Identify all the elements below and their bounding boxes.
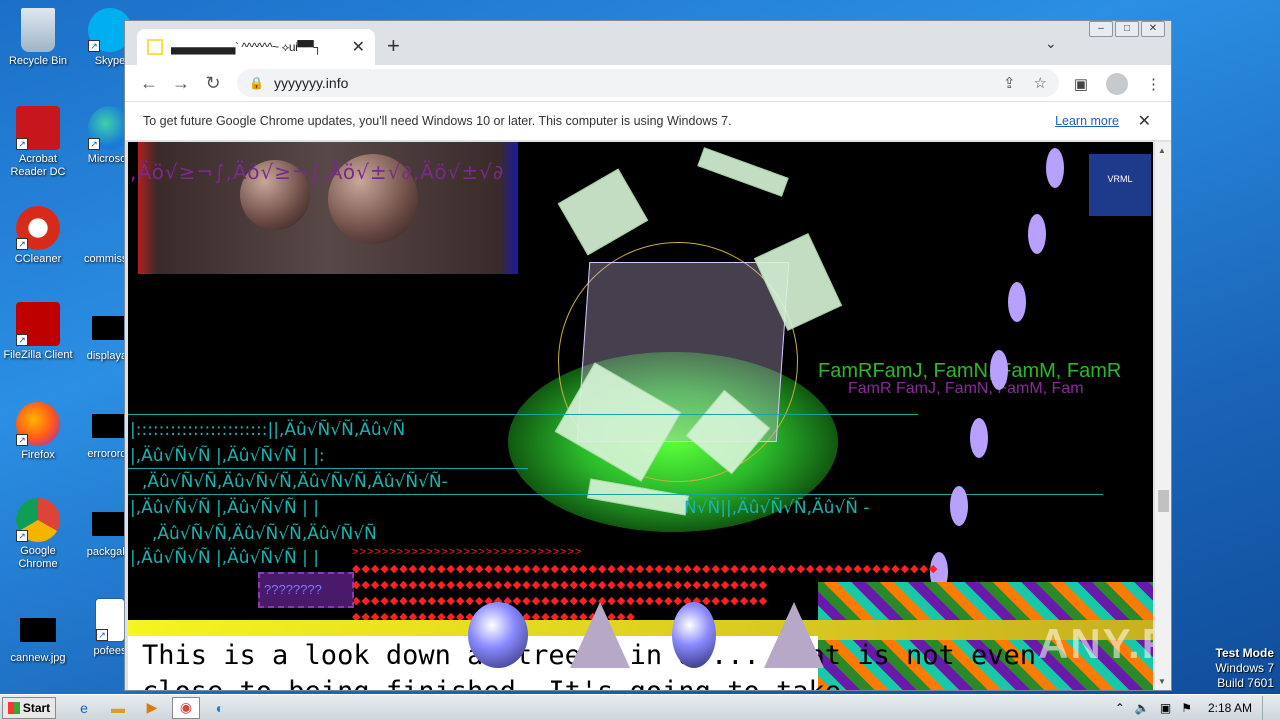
cyan-text-line: |,Äû√Ñ√Ñ |,Äû√Ñ√Ñ | |:: [130, 446, 325, 466]
maximize-button[interactable]: □: [1115, 21, 1139, 37]
close-window-button[interactable]: ✕: [1141, 21, 1165, 37]
scroll-thumb[interactable]: [1158, 490, 1169, 512]
crystal-pyramid: [764, 602, 824, 668]
chrome-taskbar-icon[interactable]: ◉: [172, 696, 200, 719]
system-tray: ⌃ 🔈 ▣ ⚑ 2:18 AM: [1115, 695, 1280, 720]
red-pattern-row: ◆◆◆◆◆◆◆◆◆◆◆◆◆◆◆◆◆◆◆◆◆◆◆◆◆◆◆◆◆◆◆◆◆◆◆◆◆◆◆◆…: [352, 595, 769, 607]
share-icon[interactable]: ⇪: [1003, 74, 1016, 92]
url-text: yyyyyyy.info: [273, 75, 349, 91]
start-button[interactable]: Start: [2, 696, 56, 719]
word-icon: ↗: [95, 598, 125, 642]
cyan-text-line: |:::::::::::::::::::::::||,Äû√Ñ√Ñ,Äû√Ñ: [130, 420, 406, 440]
page-scrollbar[interactable]: ▲ ▼: [1154, 142, 1171, 690]
learn-more-link[interactable]: Learn more: [1055, 114, 1119, 128]
action-center-flag-icon[interactable]: ⚑: [1181, 701, 1192, 715]
lavender-oval: [1028, 214, 1046, 254]
back-icon[interactable]: ←: [133, 73, 165, 94]
big-caption-line-2: close to being finished. It's going to t…: [142, 676, 906, 690]
lavender-oval: [970, 418, 988, 458]
recycle-bin-icon: [21, 8, 55, 52]
title-bar: ▄▄▄▄▄▄▄▄` ^^^^^^~ ⟡ui▀▀┐ ✕ + ⌄ – □ ✕: [125, 21, 1171, 65]
purple-question-text: ????????: [264, 582, 322, 597]
desktop-icon-firefox[interactable]: ↗ Firefox: [0, 402, 76, 462]
cyan-text-line: |,Äû√Ñ√Ñ |,Äû√Ñ√Ñ | |: [130, 498, 319, 518]
cyan-text-line: ,Äû√Ñ√Ñ,Äû√Ñ√Ñ,Äû√Ñ√Ñ,Äû√Ñ√Ñ-: [142, 472, 448, 492]
bookmark-star-icon[interactable]: ☆: [1034, 74, 1047, 92]
address-bar[interactable]: 🔒 yyyyyyy.info ⇪ ☆: [237, 69, 1059, 97]
tray-expand-icon[interactable]: ⌃: [1115, 701, 1125, 715]
image-file-icon: [20, 618, 56, 642]
clock[interactable]: 2:18 AM: [1208, 701, 1252, 715]
tab-active[interactable]: ▄▄▄▄▄▄▄▄` ^^^^^^~ ⟡ui▀▀┐ ✕: [137, 29, 375, 65]
lock-icon[interactable]: 🔒: [249, 76, 264, 90]
cyan-text-line: ,Äû√Ñ√Ñ,Äû√Ñ√Ñ,Äû√Ñ√Ñ: [152, 524, 377, 544]
red-pattern-row: ◆◆◆◆◆◆◆◆◆◆◆◆◆◆◆◆◆◆◆◆◆◆◆◆◆◆◆◆◆◆◆◆◆◆◆◆◆◆◆◆…: [352, 579, 769, 591]
red-pattern-row: ◆◆◆◆◆◆◆◆◆◆◆◆◆◆◆◆◆◆◆◆◆◆◆◆◆◆◆◆◆◆◆◆◆◆◆◆◆◆◆◆…: [352, 563, 939, 575]
filezilla-icon: ↗: [16, 302, 60, 346]
fam-text-2: FamR FamJ, FamN, FamM, Fam: [848, 380, 1084, 397]
browser-toolbar: ← → ↻ 🔒 yyyyyyy.info ⇪ ☆ ▣ ⋮: [125, 65, 1171, 101]
acrobat-icon: ↗: [16, 106, 60, 150]
crystal-orb: [672, 602, 716, 668]
file-icon: [92, 414, 128, 438]
update-infobar: To get future Google Chrome updates, you…: [125, 101, 1171, 141]
ie-icon[interactable]: e: [70, 697, 98, 719]
desktop-icon-acrobat[interactable]: ↗ Acrobat Reader DC: [0, 106, 76, 179]
desktop-icon-ccleaner[interactable]: ↗ CCleaner: [0, 206, 76, 266]
new-tab-button[interactable]: +: [387, 33, 400, 59]
show-desktop-button[interactable]: [1262, 696, 1272, 720]
favicon-icon: [147, 39, 163, 55]
taskbar: Start e ▬ ▶ ◉ ◐ ⌃ 🔈 ▣ ⚑ 2:18 AM: [0, 694, 1280, 720]
menu-kebab-icon[interactable]: ⋮: [1146, 75, 1161, 93]
os-test-mode-watermark: Test Mode Windows 7 Build 7601: [1215, 646, 1274, 690]
window-controls: – □ ✕: [1089, 21, 1165, 37]
lavender-oval: [990, 350, 1008, 390]
red-pattern-row: >>>>>>>>>>>>>>>>>>>>>>>>>>>>>>>: [352, 546, 583, 558]
minimize-button[interactable]: –: [1089, 21, 1113, 37]
infobar-close-icon[interactable]: ✕: [1138, 111, 1151, 131]
lavender-oval: [1008, 282, 1026, 322]
shard: [557, 168, 649, 256]
desktop-icon-filezilla[interactable]: ↗ FileZilla Client: [0, 302, 76, 362]
explorer-icon[interactable]: ▬: [104, 697, 132, 719]
glitch-header-text: ,Äö√≥¬∫,Äö√≥¬∫,Äö√±√∂,Äö√±√∂: [130, 160, 505, 184]
volume-icon[interactable]: 🔈: [1135, 701, 1150, 715]
chrome-icon: ↗: [16, 498, 60, 542]
scroll-up-icon[interactable]: ▲: [1158, 146, 1166, 155]
tab-close-icon[interactable]: ✕: [352, 37, 365, 57]
file-icon: [92, 316, 128, 340]
forward-icon[interactable]: →: [165, 73, 197, 94]
crystal-orb: [468, 602, 528, 668]
desktop-icon-chrome[interactable]: ↗ Google Chrome: [0, 498, 76, 571]
tab-search-icon[interactable]: ⌄: [1045, 35, 1057, 52]
network-icon[interactable]: ▣: [1160, 701, 1171, 715]
firefox-icon: ↗: [16, 402, 60, 446]
desktop-icon-cannew[interactable]: cannew.jpg: [0, 612, 76, 665]
infobar-message: To get future Google Chrome updates, you…: [143, 114, 732, 128]
page-content: ,Äö√≥¬∫,Äö√≥¬∫,Äö√±√∂,Äö√±√∂ FamRFamJ, F…: [128, 142, 1153, 690]
cyan-rule: [128, 414, 918, 415]
side-panel-icon[interactable]: ▣: [1074, 75, 1088, 93]
shard: [697, 147, 789, 197]
lavender-oval: [950, 486, 968, 526]
media-player-icon[interactable]: ▶: [138, 697, 166, 719]
browser-window: ▄▄▄▄▄▄▄▄` ^^^^^^~ ⟡ui▀▀┐ ✕ + ⌄ – □ ✕ ← →…: [124, 20, 1172, 691]
lavender-oval: [1046, 148, 1064, 188]
anyrun-watermark: ANY.RUN: [1038, 620, 1153, 667]
reload-icon[interactable]: ↻: [197, 73, 229, 94]
vrml-logo: VRML: [1089, 154, 1151, 216]
scroll-down-icon[interactable]: ▼: [1158, 677, 1166, 686]
cyan-text-right: Ñ√Ñ||,Äû√Ñ√Ñ,Äû√Ñ -: [684, 498, 870, 518]
desktop-icon-recycle-bin[interactable]: Recycle Bin: [0, 8, 76, 68]
cyan-rule: [128, 468, 528, 469]
windows-logo-icon: [7, 701, 20, 714]
cyan-text-line: |,Äû√Ñ√Ñ |,Äû√Ñ√Ñ | |: [130, 548, 319, 568]
file-icon: [92, 512, 128, 536]
crystal-pyramid: [570, 602, 630, 668]
tab-title: ▄▄▄▄▄▄▄▄` ^^^^^^~ ⟡ui▀▀┐: [171, 39, 322, 54]
edge-taskbar-icon[interactable]: ◐: [206, 697, 234, 719]
profile-avatar-icon[interactable]: [1106, 73, 1128, 95]
ccleaner-icon: ↗: [16, 206, 60, 250]
